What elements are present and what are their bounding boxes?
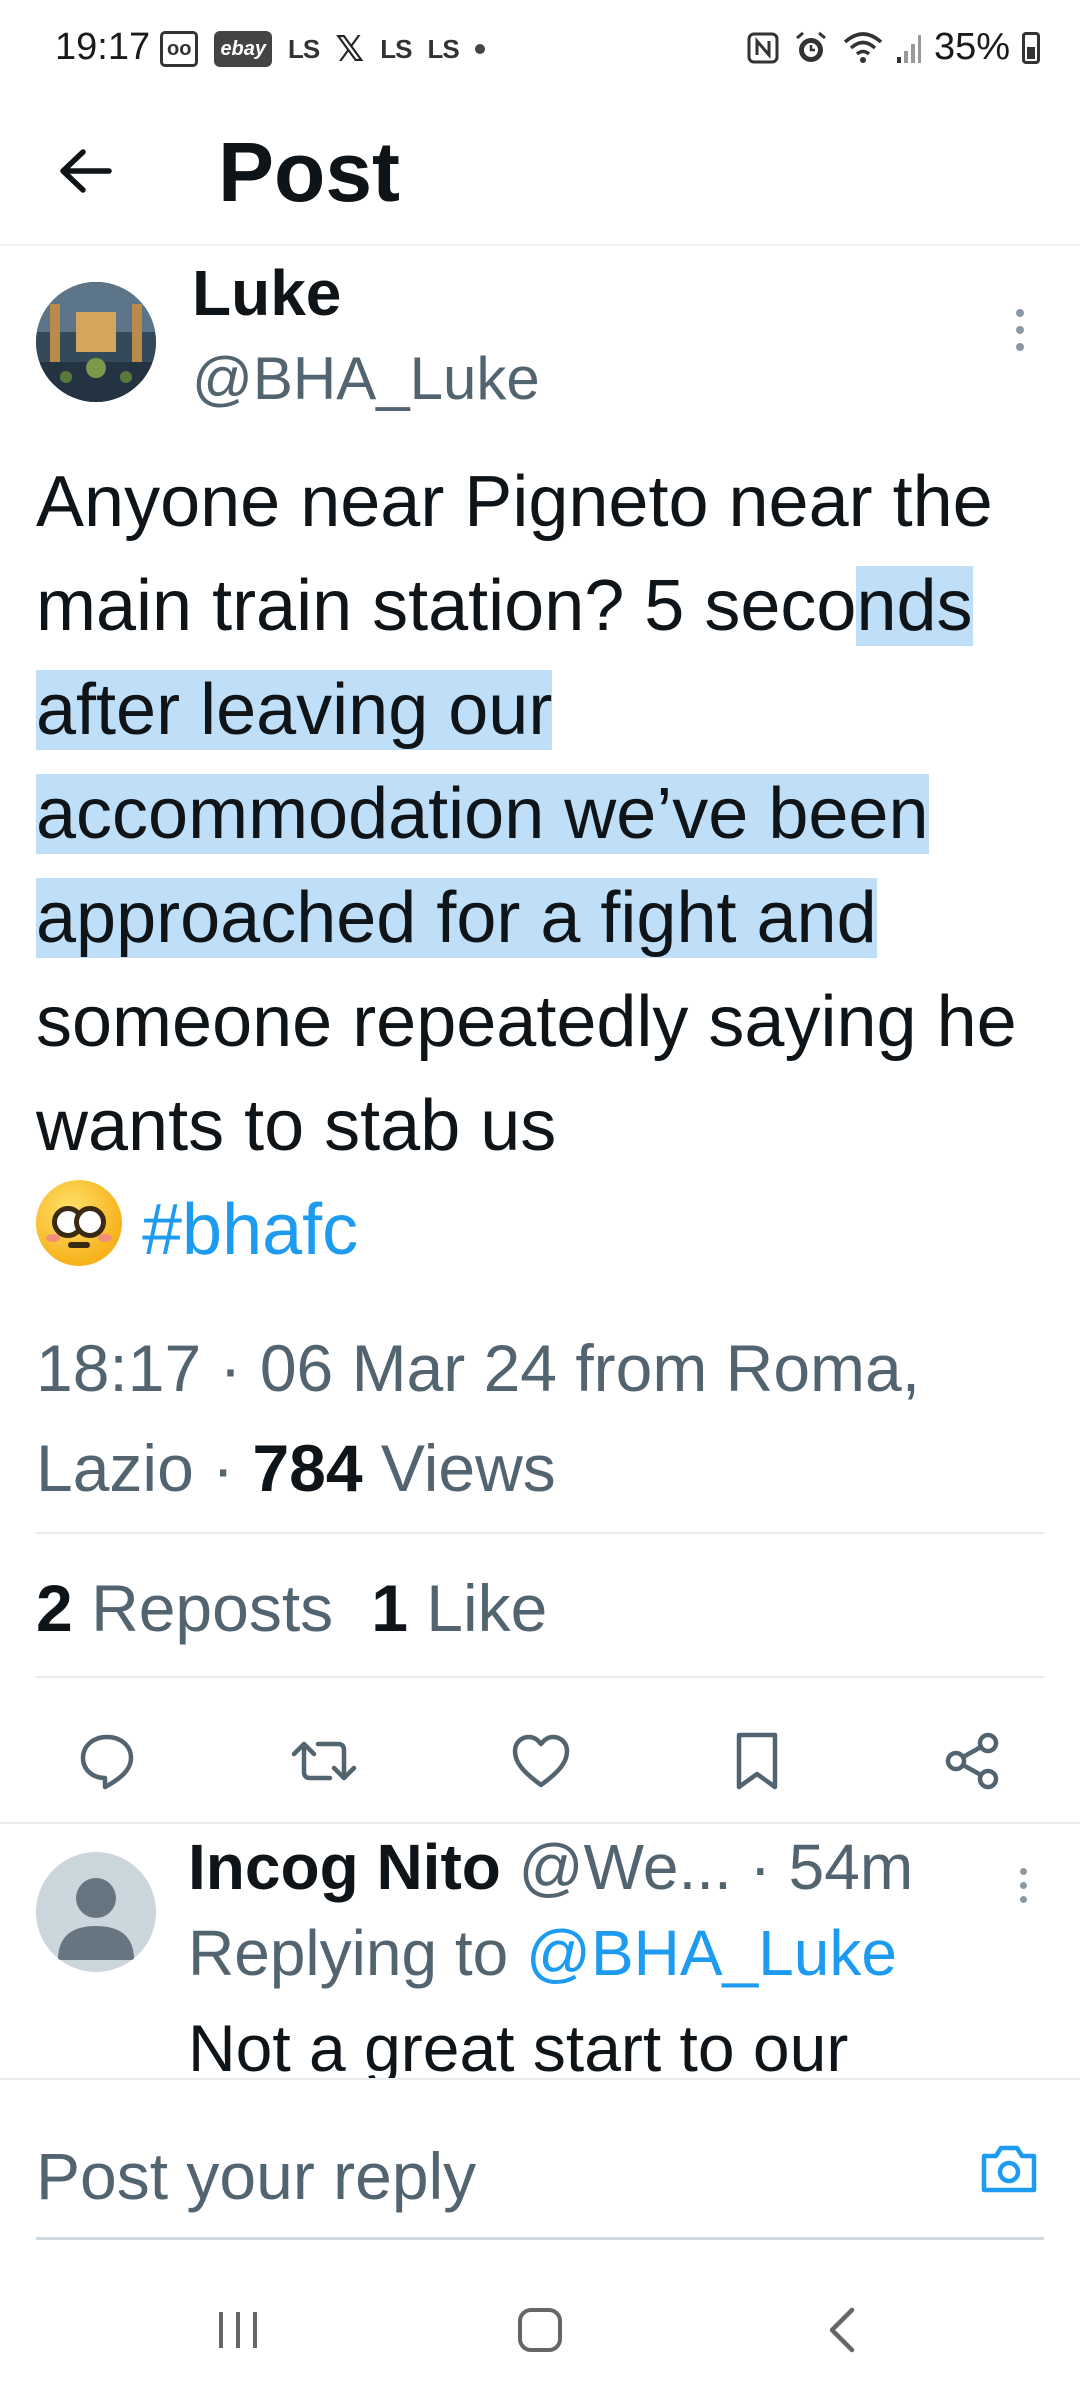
battery-percent: 35% (933, 26, 1010, 68)
reply-input[interactable]: Post your reply (36, 2138, 476, 2214)
home-button[interactable] (500, 2290, 580, 2370)
tweet-location-prefix: from Roma, (575, 1331, 921, 1405)
reply-header: Incog Nito @We... · 54m (188, 1831, 914, 1903)
tweet-meta: 18:17 · 06 Mar 24 from Roma, Lazio · 784… (36, 1331, 921, 1505)
replying-mention[interactable]: @BHA_Luke (526, 1917, 897, 1989)
notification-icons: oo ebay LS 𝕏 LS LS (160, 28, 485, 70)
default-avatar-icon (58, 1878, 134, 1960)
dot-icon (474, 44, 485, 54)
battery-icon (1022, 31, 1040, 64)
avatar[interactable] (36, 282, 156, 402)
tweet-text-end: someone repeatedly saying he wants to st… (36, 982, 1017, 1166)
recents-button[interactable] (198, 2290, 278, 2370)
system-icons: 35% (746, 26, 1040, 69)
ls-icon: LS (427, 33, 460, 64)
hashtag-link[interactable]: #bhafc (142, 1190, 358, 1270)
ebay-icon: ebay (214, 31, 273, 67)
action-bar (0, 1706, 1080, 1816)
reply-text[interactable]: Not a great start to our (188, 2010, 848, 2080)
reply-more-button[interactable] (1008, 1860, 1038, 1910)
repost-icon (291, 1741, 357, 1781)
share-icon (945, 1732, 999, 1790)
reposts-stat[interactable]: 2 Reposts (36, 1570, 333, 1646)
profile-photo (36, 282, 156, 402)
tweet-text: Anyone near Pigneto near the main train … (36, 450, 1056, 1282)
ls-icon: LS (288, 33, 320, 64)
camera-icon (981, 2145, 1037, 2193)
like-button[interactable] (496, 1716, 586, 1806)
tweet-text-start: Anyone near Pigneto near the main train … (36, 462, 993, 646)
page-title: Post (218, 125, 401, 219)
signal-icon (896, 34, 921, 63)
reply-author-name[interactable]: Incog Nito (188, 1831, 501, 1903)
author-name[interactable]: Luke (192, 256, 341, 330)
like-icon (512, 1734, 570, 1788)
status-bar: 19:17 oo ebay LS 𝕏 LS LS 35% (0, 0, 1080, 100)
divider (36, 1676, 1044, 1678)
back-button[interactable] (50, 136, 120, 206)
views-label: Views (380, 1431, 556, 1505)
tweet-date[interactable]: 06 Mar 24 (260, 1331, 557, 1405)
arrow-left-icon (60, 149, 112, 193)
more-options-button[interactable] (1000, 300, 1040, 360)
tweet-location-suffix: Lazio (36, 1431, 194, 1505)
reply-author-handle[interactable]: @We... (519, 1831, 732, 1903)
bookmark-button[interactable] (712, 1716, 802, 1806)
nav-back-button[interactable] (802, 2290, 882, 2370)
author-handle[interactable]: @BHA_Luke (192, 344, 540, 413)
camera-button[interactable] (974, 2138, 1044, 2200)
likes-count: 1 (371, 1571, 408, 1645)
reply-age: 54m (788, 1831, 914, 1903)
post-header: Post (0, 100, 1080, 246)
voicemail-icon: oo (160, 31, 199, 67)
back-icon (829, 2307, 855, 2353)
system-nav-bar (0, 2260, 1080, 2400)
nfc-icon (747, 32, 779, 63)
home-icon (518, 2308, 562, 2352)
flushed-face-emoji (36, 1180, 122, 1266)
bookmark-icon (736, 1732, 778, 1790)
alarm-icon (795, 31, 826, 62)
likes-label: Like (426, 1571, 548, 1645)
divider (36, 1532, 1044, 1534)
reply-composer: Post your reply (0, 2078, 1080, 2248)
views-count: 784 (252, 1431, 363, 1505)
likes-stat[interactable]: 1 Like (371, 1570, 547, 1646)
replying-label: Replying to (188, 1917, 509, 1989)
replying-to: Replying to @BHA_Luke (188, 1916, 897, 1990)
reply-icon (80, 1734, 134, 1790)
reply-button[interactable] (62, 1716, 152, 1806)
reply-avatar[interactable] (36, 1852, 156, 1972)
recents-icon (219, 2312, 257, 2348)
tweet-time[interactable]: 18:17 (36, 1331, 201, 1405)
repost-button[interactable] (279, 1716, 369, 1806)
reposts-label: Reposts (91, 1571, 334, 1645)
divider (0, 1822, 1080, 1824)
status-time: 19:17 (55, 26, 151, 68)
engagement-stats: 2 Reposts 1 Like (36, 1570, 547, 1646)
x-icon: 𝕏 (335, 28, 365, 69)
wifi-icon (843, 31, 883, 63)
reposts-count: 2 (36, 1571, 73, 1645)
composer-underline (36, 2237, 1044, 2240)
share-button[interactable] (928, 1716, 1018, 1806)
ls-icon: LS (380, 33, 412, 64)
